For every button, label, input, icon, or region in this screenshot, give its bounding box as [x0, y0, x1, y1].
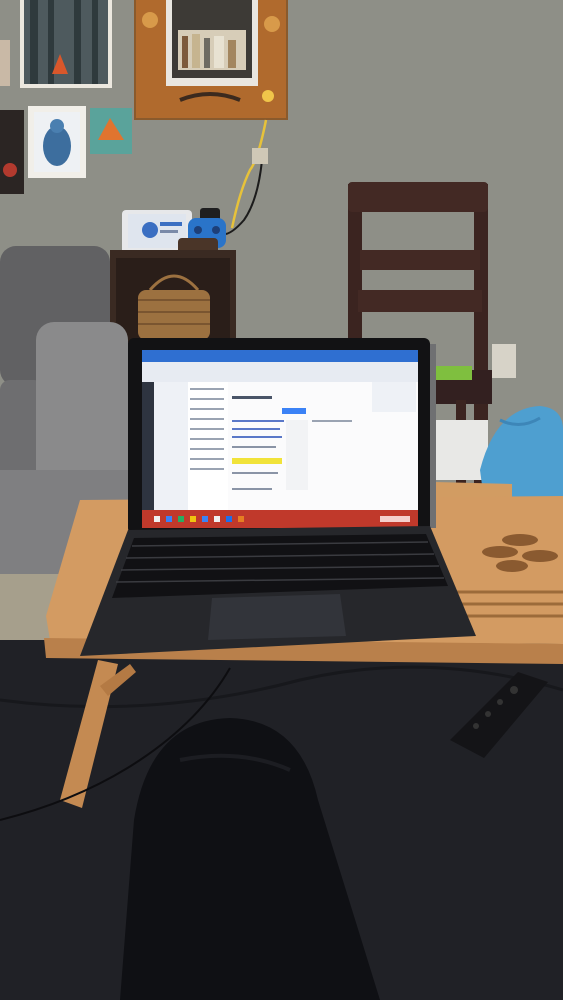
wall-art-fox-forest: [20, 0, 112, 88]
wall-outlet-right: [492, 344, 516, 378]
wall-art-bird: [28, 106, 86, 178]
wall-art-dark-detail: [3, 163, 17, 177]
white-bin: [428, 420, 488, 480]
wall-mirror: [134, 0, 288, 120]
wall-outlet-upper: [252, 148, 268, 164]
app-titlebar: [142, 350, 418, 362]
wall-art-dark: [0, 110, 24, 194]
wall-art-fox-teal: [90, 108, 132, 154]
app-folder-pane: [154, 382, 188, 510]
scene-svg: [0, 0, 563, 1000]
wall-art-left-small: [0, 40, 10, 86]
app-calendar-widget: [372, 382, 416, 412]
app-message-list: [188, 382, 228, 510]
app-ribbon: [142, 362, 418, 382]
photo-scene: [0, 0, 563, 1000]
app-left-rail: [142, 382, 154, 510]
laptop: [80, 338, 476, 656]
keyboard-trackpad: [208, 594, 346, 640]
